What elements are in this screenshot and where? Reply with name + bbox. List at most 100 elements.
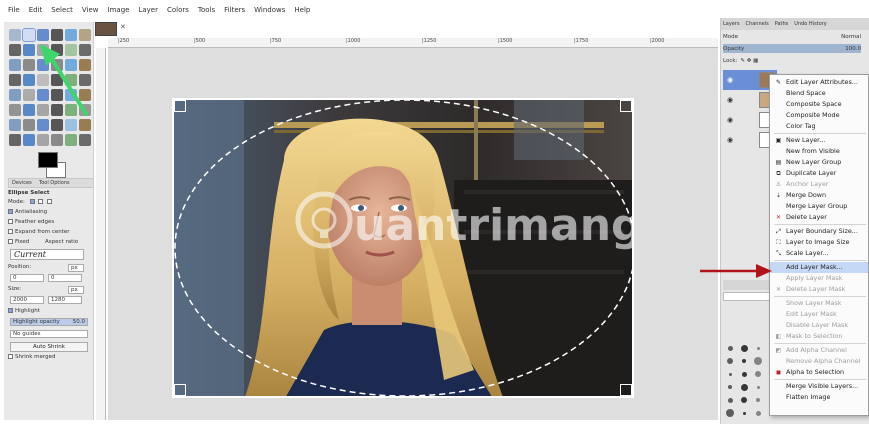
menu-item-apply-layer-mask[interactable]: Apply Layer Mask [770, 273, 868, 284]
visibility-eye-icon[interactable]: ◉ [727, 116, 733, 124]
tool-icon[interactable] [9, 74, 21, 86]
opacity-slider[interactable]: Opacity 100.0 [723, 44, 861, 53]
brush-preset-icon[interactable] [756, 385, 760, 389]
menu-image[interactable]: Image [108, 6, 130, 14]
brush-preset-icon[interactable] [728, 385, 732, 389]
tab-undo-history[interactable]: Undo History [794, 21, 826, 27]
photo-canvas[interactable]: uantrimang [172, 98, 634, 398]
expand-row[interactable]: Expand from center [8, 229, 70, 235]
tool-icon[interactable] [9, 89, 21, 101]
tool-icon[interactable] [37, 119, 49, 131]
menu-item-scale-layer[interactable]: ⤡ Scale Layer... [770, 248, 868, 259]
menu-item-anchor-layer[interactable]: ⚓ Anchor Layer [770, 179, 868, 190]
brush-preset-icon[interactable] [740, 344, 748, 352]
menu-item-composite-mode[interactable]: Composite Mode [770, 110, 868, 121]
highlight-checkbox[interactable] [8, 308, 13, 313]
lock-icons[interactable]: ✎ ✥ ▦ [740, 58, 758, 64]
handle-bottom-right[interactable] [620, 384, 632, 396]
brush-preset-icon[interactable] [742, 359, 746, 363]
brush-preset-icon[interactable] [756, 346, 760, 350]
size-height-field[interactable]: 1280 [48, 296, 82, 304]
feather-checkbox[interactable] [8, 219, 13, 224]
brush-preset-icon[interactable] [727, 358, 733, 364]
brush-preset-icon[interactable] [741, 371, 747, 377]
brush-preset-icon[interactable] [756, 398, 760, 402]
brush-preset-icon[interactable] [742, 411, 746, 415]
tab-channels[interactable]: Channels [746, 21, 769, 27]
tool-icon[interactable] [37, 134, 49, 146]
menu-item-color-tag[interactable]: Color Tag [770, 121, 868, 132]
tool-icon[interactable] [51, 134, 63, 146]
tool-icon[interactable] [9, 29, 21, 41]
menu-windows[interactable]: Windows [254, 6, 285, 14]
visibility-eye-icon[interactable]: ◉ [727, 96, 733, 104]
menu-select[interactable]: Select [51, 6, 73, 14]
menu-item-alpha-to-selection[interactable]: ◼ Alpha to Selection [770, 367, 868, 378]
tab-layers[interactable]: Layers [723, 21, 740, 27]
tab-tool-options[interactable]: Tool Options [39, 180, 70, 186]
highlight-opacity-slider[interactable]: Highlight opacity 50.0 [10, 318, 88, 326]
menu-item-duplicate-layer[interactable]: ⧉ Duplicate Layer [770, 168, 868, 179]
handle-top-left[interactable] [174, 100, 186, 112]
menu-view[interactable]: View [82, 6, 99, 14]
menu-item-layer-to-image-size[interactable]: ⛶ Layer to Image Size [770, 237, 868, 248]
handle-bottom-left[interactable] [174, 384, 186, 396]
position-unit-select[interactable]: px [68, 264, 84, 272]
shrink-merged-checkbox[interactable] [8, 354, 13, 359]
menu-layer[interactable]: Layer [138, 6, 158, 14]
expand-checkbox[interactable] [8, 229, 13, 234]
visibility-eye-icon[interactable]: ◉ [727, 76, 733, 84]
tool-icon[interactable] [23, 89, 35, 101]
menu-file[interactable]: File [8, 6, 20, 14]
brushes-tabs[interactable] [723, 280, 771, 290]
menu-item-show-layer-mask[interactable]: Show Layer Mask [770, 298, 868, 309]
brush-preset-icon[interactable] [727, 397, 733, 403]
tool-icon[interactable] [9, 134, 21, 146]
tool-icon[interactable] [9, 119, 21, 131]
menu-item-new-layer[interactable]: ▣ New Layer... [770, 135, 868, 146]
visibility-eye-icon[interactable]: ◉ [727, 136, 733, 144]
menu-item-merge-layer-group[interactable]: Merge Layer Group [770, 201, 868, 212]
menu-tools[interactable]: Tools [198, 6, 215, 14]
brush-preset-icon[interactable] [755, 410, 761, 416]
brush-preset-icon[interactable] [741, 397, 747, 403]
brush-preset-icon[interactable] [754, 357, 762, 365]
tool-icon[interactable] [23, 119, 35, 131]
handle-top-right[interactable] [620, 100, 632, 112]
guides-select[interactable]: No guides [10, 330, 88, 338]
menu-help[interactable]: Help [294, 6, 310, 14]
tool-icon[interactable] [65, 29, 77, 41]
fixed-value-field[interactable]: Current [10, 249, 84, 260]
menu-item-add-alpha-channel[interactable]: ◩ Add Alpha Channel [770, 345, 868, 356]
menu-item-blend-space[interactable]: Blend Space [770, 88, 868, 99]
position-x-field[interactable]: 0 [10, 274, 44, 282]
brush-preset-icon[interactable] [755, 371, 761, 377]
tool-icon[interactable] [9, 59, 21, 71]
foreground-color-swatch-front[interactable] [38, 152, 58, 168]
menu-item-mask-to-selection[interactable]: ◧ Mask to Selection [770, 331, 868, 342]
menu-filters[interactable]: Filters [224, 6, 245, 14]
brush-preset-icon[interactable] [740, 383, 748, 391]
menu-item-new-layer-group[interactable]: ▤ New Layer Group [770, 157, 868, 168]
brushes-grid[interactable] [720, 340, 770, 424]
fixed-row[interactable]: Fixed Aspect ratio [8, 239, 78, 245]
brush-preset-icon[interactable] [726, 409, 734, 417]
menu-item-edit-layer-attributes[interactable]: ✎ Edit Layer Attributes... [770, 77, 868, 88]
tab-devices[interactable]: Devices [12, 180, 32, 186]
brush-filter-field[interactable] [723, 292, 771, 301]
tool-icon[interactable] [51, 29, 63, 41]
tool-icon[interactable] [9, 104, 21, 116]
menu-item-edit-layer-mask[interactable]: Edit Layer Mask [770, 309, 868, 320]
menu-item-merge-down[interactable]: ⇣ Merge Down [770, 190, 868, 201]
aspect-ratio-dropdown[interactable]: Aspect ratio [45, 239, 78, 245]
menu-colors[interactable]: Colors [167, 6, 189, 14]
menu-edit[interactable]: Edit [29, 6, 43, 14]
mode-subtract-icon[interactable] [47, 199, 53, 204]
tool-icon[interactable] [65, 134, 77, 146]
tool-icon[interactable] [23, 134, 35, 146]
menu-item-flatten-image[interactable]: Flatten Image [770, 392, 868, 403]
feather-row[interactable]: Feather edges [8, 219, 54, 225]
tool-icon[interactable] [23, 44, 35, 56]
brush-preset-icon[interactable] [727, 345, 733, 351]
menu-item-new-from-visible[interactable]: New from Visible [770, 146, 868, 157]
